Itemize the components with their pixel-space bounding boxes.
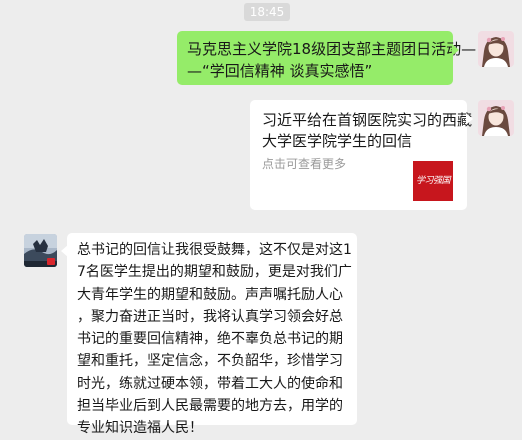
logo-text: 学习强国 (415, 176, 451, 186)
xuexi-qiangguo-logo: 学习强国 (413, 161, 453, 201)
message-text-line: 马克思主义学院18级团支部主题团日活动— (187, 40, 477, 58)
message-text-line: ，聚力奋进正当时，我将认真学习领会好总 (77, 308, 343, 325)
link-card-description: 点击可查看更多 (262, 157, 347, 171)
message-text-line: 专业知识造福人民！ (77, 420, 203, 437)
link-card-title: 习近平给在首钢医院实习的西藏 大学医学院学生的回信 (262, 110, 473, 152)
message-text-line: 7名医学生提出的期望和鼓励，更是对我们广 (77, 264, 352, 281)
message-text-line: 时光，练就过硬本领，带着工大人的使命和 (77, 375, 343, 392)
message-text-line: 望和重托，坚定信念，不负韶华，珍惜学习 (77, 353, 343, 370)
received-message-bubble[interactable]: 总书记的回信让我很受鼓舞，这不仅是对这1 7名医学生提出的期望和鼓励，更是对我们… (61, 233, 357, 436)
message-timestamp: 18:45 (244, 3, 290, 21)
my-avatar[interactable] (478, 31, 514, 67)
message-text-line: 大青年学生的期望和鼓励。声声嘱托励人心 (77, 286, 343, 303)
link-card-title-line: 习近平给在首钢医院实习的西藏 (262, 111, 473, 129)
sender-avatar[interactable] (24, 234, 57, 267)
message-text-line: 担当毕业后到人民最需要的地方去，用学的 (77, 398, 343, 415)
my-message-bubble[interactable]: 马克思主义学院18级团支部主题团日活动— —“学回信精神 谈真实感悟” (177, 31, 477, 85)
link-card-title-line: 大学医学院学生的回信 (262, 132, 413, 150)
message-text-line: 书记的重要回信精神，绝不辜负总书记的期 (77, 331, 343, 348)
link-card[interactable]: 习近平给在首钢医院实习的西藏 大学医学院学生的回信 点击可查看更多 学习强国 (250, 100, 473, 210)
my-avatar[interactable] (478, 100, 514, 136)
message-text-line: 总书记的回信让我很受鼓舞，这不仅是对这1 (77, 242, 352, 258)
message-text-line: —“学回信精神 谈真实感悟” (187, 62, 373, 80)
